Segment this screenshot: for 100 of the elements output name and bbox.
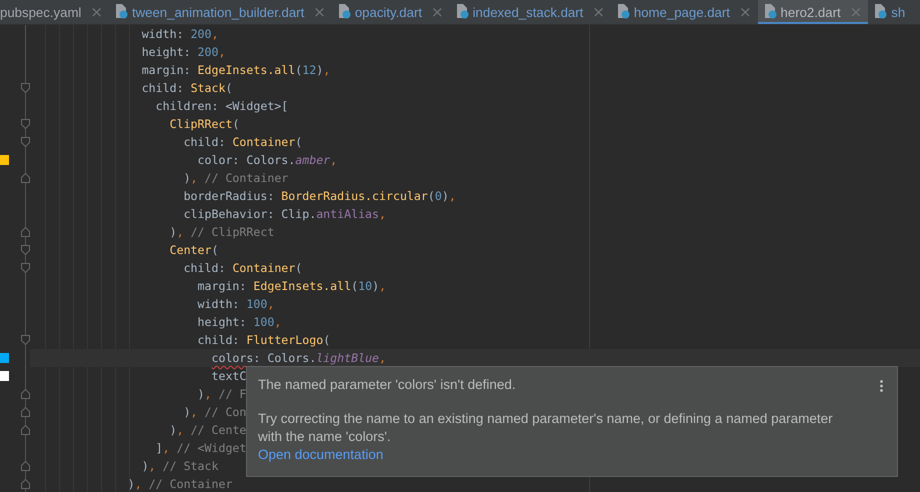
editor-tab[interactable]: home_page.dart × xyxy=(610,0,758,24)
code-comment: // <Widget xyxy=(176,441,246,455)
code-token: EdgeInsets.all xyxy=(253,279,352,293)
code-comment: // Container xyxy=(148,477,232,491)
code-token: , xyxy=(204,387,212,401)
code-token: textC xyxy=(211,369,246,383)
code-token: : Colors. xyxy=(253,351,316,365)
editor-tab[interactable]: tween_animation_builder.dart × xyxy=(108,0,332,24)
editor-tab[interactable]: opacity.dart × xyxy=(332,0,450,24)
code-comment: // ClipRRect xyxy=(190,225,274,239)
code-token: , xyxy=(176,423,184,437)
code-token: lightBlue xyxy=(316,351,380,365)
code-token: ) xyxy=(184,171,191,185)
code-token: 200 xyxy=(190,27,212,41)
dart-file-icon xyxy=(616,4,630,18)
code-token: , xyxy=(176,225,184,239)
code-token: color: Colors. xyxy=(198,153,296,167)
code-token: children: <Widget>[ xyxy=(156,99,288,113)
code-token: margin: xyxy=(198,279,248,293)
code-token: , xyxy=(323,63,330,77)
code-token: , xyxy=(134,477,142,491)
code-token: ( xyxy=(323,333,330,347)
code-token: 200 xyxy=(198,45,218,59)
code-token: , xyxy=(448,189,456,203)
color-swatch-icon[interactable] xyxy=(0,353,9,363)
code-token: , xyxy=(148,459,156,473)
code-token: ) xyxy=(316,63,324,77)
code-token: ( xyxy=(295,135,302,149)
dart-file-icon xyxy=(338,4,351,18)
documentation-link[interactable]: Open documentation xyxy=(258,446,384,464)
code-token: ( xyxy=(212,243,218,257)
code-token: 12 xyxy=(302,63,316,77)
code-token: BorderRadius.circular xyxy=(281,189,428,203)
fold-icon[interactable] xyxy=(21,83,30,93)
color-swatch-icon[interactable] xyxy=(0,371,9,381)
code-token: Center xyxy=(170,243,212,257)
code-token: ) xyxy=(372,279,380,293)
code-comment: // Stack xyxy=(162,459,218,473)
code-token: ) xyxy=(128,477,135,491)
dart-file-icon xyxy=(456,4,469,18)
code-token: ClipRRect xyxy=(170,117,232,131)
code-token: ] xyxy=(156,441,163,455)
code-token: , xyxy=(379,351,386,365)
code-token: ( xyxy=(428,189,435,203)
code-token: antiAlias xyxy=(316,207,380,221)
more-icon[interactable] xyxy=(880,380,883,392)
editor-tab[interactable]: indexed_stack.dart × xyxy=(450,0,611,24)
code-comment: // Con xyxy=(204,405,246,419)
code-token: 100 xyxy=(253,315,274,329)
code-token: child: xyxy=(184,135,226,149)
code-token: FlutterLogo xyxy=(246,333,324,347)
code-token: ( xyxy=(295,63,302,77)
code-token: width: xyxy=(142,27,185,41)
code-token: 100 xyxy=(246,297,268,311)
code-token: , xyxy=(190,171,198,185)
code-token: 0 xyxy=(434,189,442,203)
code-token: ) xyxy=(170,225,177,239)
code-token: ) xyxy=(170,423,177,437)
tab-label: sh xyxy=(891,4,906,20)
code-comment: // F xyxy=(218,387,246,401)
tooltip-text: Try correcting the name to an existing named parameter's name, or defining a named parameter with the name 'colors'. xyxy=(258,410,834,446)
dart-file-icon xyxy=(874,4,888,18)
code-comment: // Container xyxy=(204,171,288,185)
code-token: ) xyxy=(198,387,205,401)
close-icon[interactable]: × xyxy=(90,2,103,20)
code-comment: // Cente xyxy=(190,423,246,437)
fold-icon[interactable] xyxy=(21,173,30,183)
editor-tab[interactable]: hero2.dart × xyxy=(758,0,868,24)
close-icon[interactable]: × xyxy=(313,2,326,20)
code-token: Stack xyxy=(190,81,226,95)
code-token: ( xyxy=(225,81,232,95)
code-token: ) xyxy=(142,459,149,473)
error-token: colors xyxy=(211,351,254,365)
fold-icon[interactable] xyxy=(21,335,30,345)
code-token: margin: xyxy=(142,63,192,77)
code-token: width: xyxy=(198,297,240,311)
color-swatch-icon[interactable] xyxy=(0,155,9,165)
editor-tab[interactable]: sh xyxy=(868,0,906,24)
tab-label: indexed_stack.dart xyxy=(472,4,584,20)
tooltip-title: The named parameter 'colors' isn't defined. xyxy=(258,377,516,392)
code-token: ) xyxy=(442,189,449,203)
tab-label: home_page.dart xyxy=(634,4,730,20)
tab-label: pubspec.yaml xyxy=(0,4,82,20)
code-token: , xyxy=(162,441,170,455)
code-token: , xyxy=(212,27,218,41)
editor-tab[interactable]: pubspec.yaml × xyxy=(0,0,109,24)
close-icon[interactable]: × xyxy=(738,2,752,20)
code-token: height: xyxy=(198,315,248,329)
code-token: child: xyxy=(142,81,185,95)
code-token: child: xyxy=(184,261,226,275)
code-token: Container xyxy=(232,261,296,275)
code-token: height: xyxy=(142,45,192,59)
code-token: clipBehavior: Clip. xyxy=(184,207,316,221)
code-token: 10 xyxy=(358,279,372,293)
dart-file-icon xyxy=(764,4,777,18)
close-icon[interactable]: × xyxy=(592,2,605,20)
code-token: child: xyxy=(198,333,240,347)
tab-label: opacity.dart xyxy=(354,4,422,20)
code-token: Container xyxy=(232,135,296,149)
close-icon[interactable]: × xyxy=(431,2,444,20)
